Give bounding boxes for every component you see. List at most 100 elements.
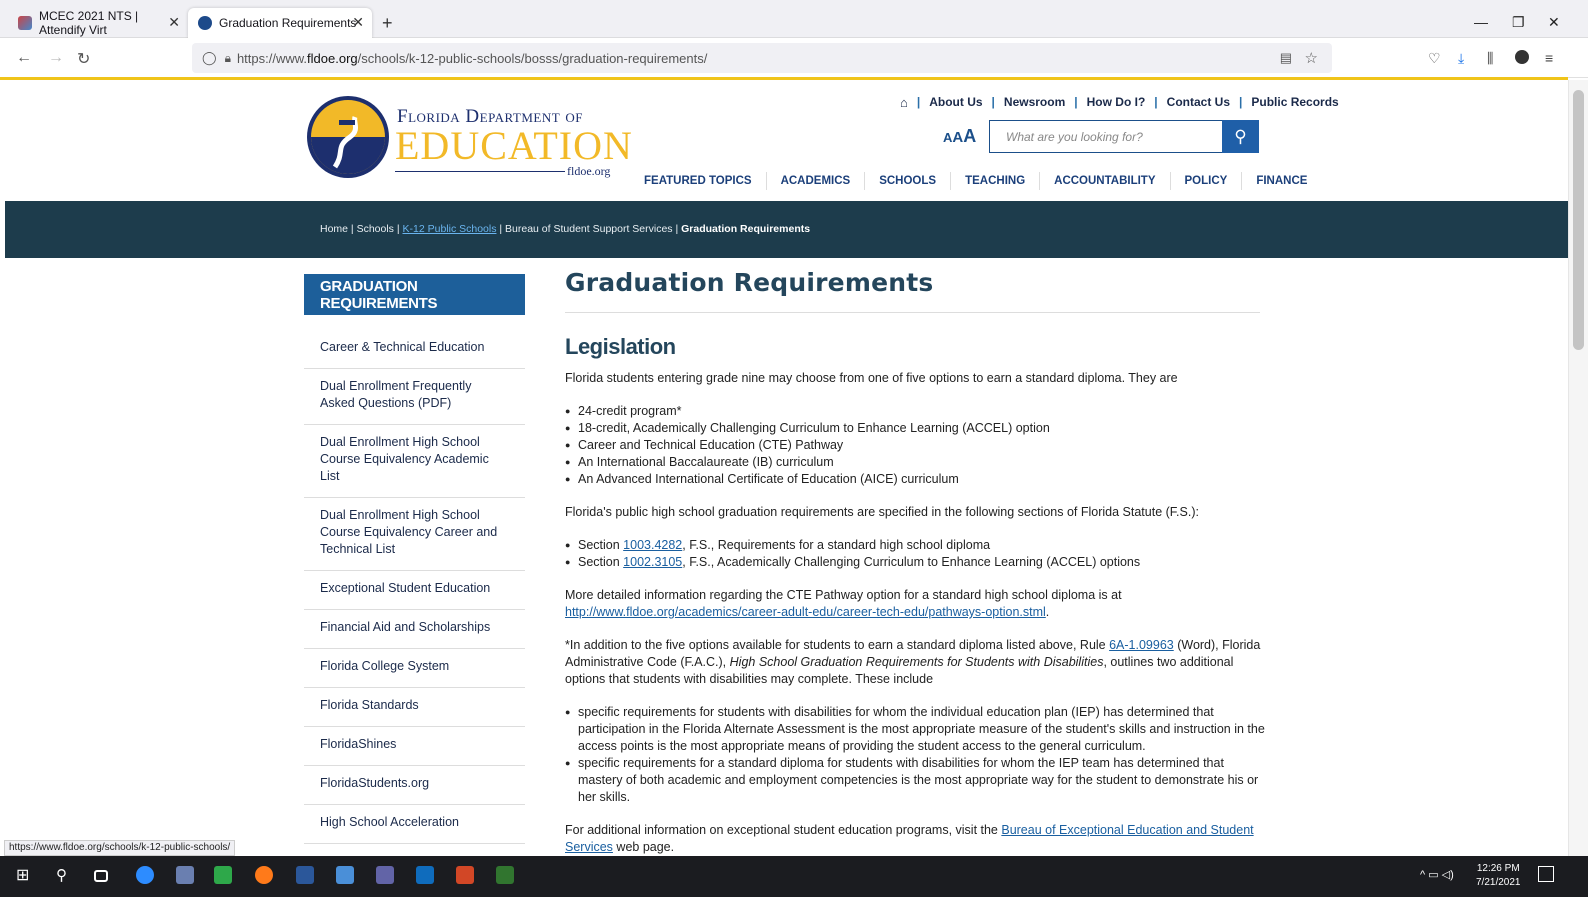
nav-featured-topics[interactable]: FEATURED TOPICS xyxy=(630,172,767,190)
windows-start-icon[interactable]: ⊞ xyxy=(16,865,34,884)
sidebar-item-ese[interactable]: Exceptional Student Education xyxy=(304,571,525,610)
close-tab-icon[interactable]: ✕ xyxy=(168,14,180,31)
task-view-icon[interactable] xyxy=(94,870,108,882)
crumb-home[interactable]: Home xyxy=(320,223,348,235)
breadcrumb: Home | Schools | K-12 Public Schools | B… xyxy=(320,223,811,235)
newsroom-link[interactable]: Newsroom xyxy=(1004,95,1065,109)
notification-icon[interactable] xyxy=(1538,866,1554,882)
library-icon[interactable]: ⫼ xyxy=(1487,50,1493,67)
nav-academics[interactable]: ACADEMICS xyxy=(767,172,866,190)
nav-schools[interactable]: SCHOOLS xyxy=(865,172,952,190)
disability-options-list: specific requirements for students with … xyxy=(565,704,1265,806)
minimize-icon[interactable]: — xyxy=(1474,14,1488,30)
main-content: Florida students entering grade nine may… xyxy=(565,370,1265,856)
search-button[interactable]: ⚲ xyxy=(1222,120,1259,153)
statute-1002-link[interactable]: 1002.3105 xyxy=(623,555,682,569)
app-icon[interactable] xyxy=(176,866,194,884)
main-nav: FEATURED TOPICS ACADEMICS SCHOOLS TEACHI… xyxy=(630,172,1321,190)
nav-teaching[interactable]: TEACHING xyxy=(951,172,1041,190)
back-icon[interactable]: ← xyxy=(16,49,32,67)
search-icon[interactable]: ⚲ xyxy=(56,866,74,884)
powerpoint-icon[interactable] xyxy=(456,866,474,884)
text-size-label-tail: A xyxy=(963,126,977,146)
fldoe-logo[interactable]: Florida Department of EDUCATION fldoe.or… xyxy=(305,92,632,182)
download-icon[interactable]: ⤓ xyxy=(1458,50,1464,67)
sidebar-item-de-career[interactable]: Dual Enrollment High School Course Equiv… xyxy=(304,498,525,571)
forward-icon[interactable]: → xyxy=(48,49,64,67)
list-item: An International Baccalaureate (IB) curr… xyxy=(565,454,1265,471)
taskbar-clock[interactable]: 12:26 PM 7/21/2021 xyxy=(1476,862,1521,890)
crumb-bureau[interactable]: Bureau of Student Support Services xyxy=(505,223,673,235)
app-icon[interactable] xyxy=(214,866,232,884)
bookmark-star-icon[interactable]: ☆ xyxy=(1305,49,1318,67)
diploma-options-list: 24-credit program* 18-credit, Academical… xyxy=(565,403,1265,488)
tab-attendify[interactable]: MCEC 2021 NTS | Attendify Virt ✕ xyxy=(8,8,188,38)
section-heading: Legislation xyxy=(565,334,676,359)
how-do-i-link[interactable]: How Do I? xyxy=(1087,95,1146,109)
nav-accountability[interactable]: ACCOUNTABILITY xyxy=(1040,172,1171,190)
restore-icon[interactable]: ❐ xyxy=(1512,14,1525,31)
logo-line2: EDUCATION xyxy=(395,123,633,168)
account-icon[interactable] xyxy=(1515,50,1529,64)
statute-1003-link[interactable]: 1003.4282 xyxy=(623,538,682,552)
tab-graduation-requirements[interactable]: Graduation Requirements ✕ xyxy=(188,8,372,38)
rule-link[interactable]: 6A-1.09963 xyxy=(1109,638,1174,652)
notepad-icon[interactable] xyxy=(336,866,354,884)
menu-icon[interactable]: ≡ xyxy=(1545,50,1553,66)
home-icon[interactable]: ⌂ xyxy=(900,95,908,110)
tray-icons[interactable]: ^ ▭ ◁) xyxy=(1420,868,1454,881)
sidebar-item-floridastudents[interactable]: FloridaStudents.org xyxy=(304,766,525,805)
sidebar-item-cte[interactable]: Career & Technical Education xyxy=(304,330,525,369)
status-url: https://www.fldoe.org/schools/k-12-publi… xyxy=(4,840,236,856)
page-scrollbar[interactable] xyxy=(1568,80,1588,856)
utility-nav: ⌂ | About Us | Newsroom | How Do I? | Co… xyxy=(900,94,1339,110)
reload-icon[interactable]: ↻ xyxy=(77,49,90,69)
zoom-icon[interactable] xyxy=(136,866,154,884)
close-window-icon[interactable]: ✕ xyxy=(1548,14,1560,31)
url-bar[interactable]: ◯ 🔒︎ https://www.fldoe.org/schools/k-12-… xyxy=(192,43,1332,73)
new-tab-icon[interactable]: + xyxy=(382,13,393,34)
reader-view-icon[interactable]: ▤ xyxy=(1280,50,1292,66)
public-records-link[interactable]: Public Records xyxy=(1251,95,1338,109)
rule-paragraph: *In addition to the five options availab… xyxy=(565,638,1261,686)
nav-finance[interactable]: FINANCE xyxy=(1242,172,1321,190)
taskbar: ⊞ ⚲ ^ ▭ ◁) xyxy=(0,856,1588,897)
search-input[interactable]: What are you looking for? xyxy=(989,120,1222,153)
sidebar-item-de-academic[interactable]: Dual Enrollment High School Course Equiv… xyxy=(304,425,525,498)
crumb-schools[interactable]: Schools xyxy=(357,223,394,235)
firefox-icon[interactable] xyxy=(255,866,273,884)
cte-pathway-link[interactable]: http://www.fldoe.org/academics/career-ad… xyxy=(565,605,1046,619)
word-icon[interactable] xyxy=(296,866,314,884)
sidebar-nav: Career & Technical Education Dual Enroll… xyxy=(304,330,525,844)
teams-icon[interactable] xyxy=(376,866,394,884)
list-item: Section 1002.3105, F.S., Academically Ch… xyxy=(565,554,1265,571)
sidebar-item-standards[interactable]: Florida Standards xyxy=(304,688,525,727)
logo-underline xyxy=(395,171,565,172)
statute-intro: Florida's public high school graduation … xyxy=(565,505,1199,519)
list-item: specific requirements for a standard dip… xyxy=(565,755,1265,806)
browser-tab-bar: MCEC 2021 NTS | Attendify Virt ✕ Graduat… xyxy=(0,0,1588,38)
lock-icon: 🔒︎ xyxy=(224,50,231,65)
browser-nav-bar: ← → ↻ ◯ 🔒︎ https://www.fldoe.org/schools… xyxy=(0,38,1588,78)
text-size-control[interactable]: AAA xyxy=(943,126,976,147)
crumb-k12[interactable]: K-12 Public Schools xyxy=(403,223,497,235)
sidebar-item-floridashines[interactable]: FloridaShines xyxy=(304,727,525,766)
sidebar-item-hs-acceleration[interactable]: High School Acceleration xyxy=(304,805,525,844)
scrollbar-thumb[interactable] xyxy=(1573,90,1584,350)
list-item: 18-credit, Academically Challenging Curr… xyxy=(565,420,1265,437)
about-us-link[interactable]: About Us xyxy=(929,95,982,109)
sidebar-item-de-faq[interactable]: Dual Enrollment Frequently Asked Questio… xyxy=(304,369,525,425)
pocket-icon[interactable]: ♡ xyxy=(1428,50,1441,67)
title-divider xyxy=(565,312,1260,313)
outlook-icon[interactable] xyxy=(416,866,434,884)
logo-domain: fldoe.org xyxy=(567,164,611,178)
intro-text: Florida students entering grade nine may… xyxy=(565,371,1178,385)
list-item: specific requirements for students with … xyxy=(565,704,1265,755)
project-icon[interactable] xyxy=(496,866,514,884)
sidebar-item-fcs[interactable]: Florida College System xyxy=(304,649,525,688)
list-item: Section 1003.4282, F.S., Requirements fo… xyxy=(565,537,1265,554)
close-tab-icon[interactable]: ✕ xyxy=(352,14,364,31)
nav-policy[interactable]: POLICY xyxy=(1171,172,1243,190)
contact-us-link[interactable]: Contact Us xyxy=(1167,95,1230,109)
sidebar-item-financial-aid[interactable]: Financial Aid and Scholarships xyxy=(304,610,525,649)
